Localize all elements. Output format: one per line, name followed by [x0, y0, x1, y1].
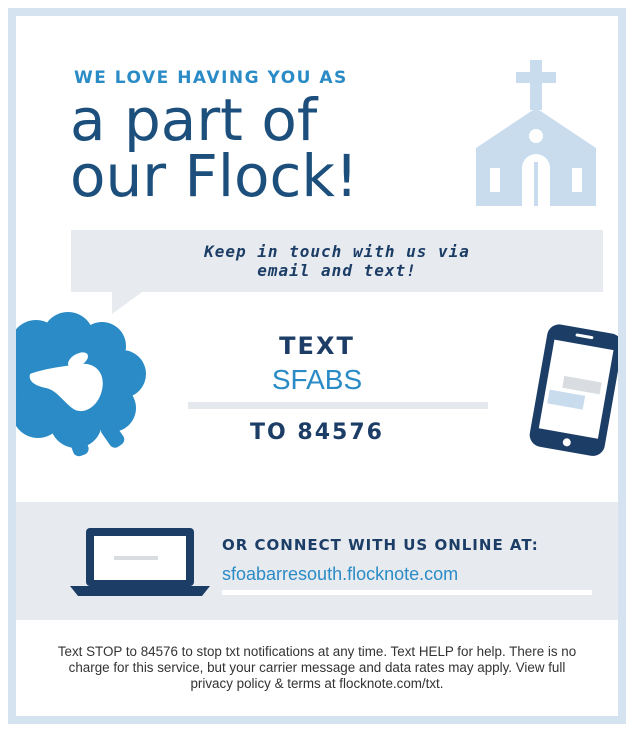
eyebrow-text: WE LOVE HAVING YOU AS [74, 68, 348, 88]
sms-text-label: TEXT [279, 332, 355, 360]
church-icon [476, 60, 596, 206]
url-underline [222, 590, 592, 595]
bubble-line-2: email and text! [257, 261, 417, 280]
laptop-icon [70, 528, 210, 596]
flyer-body: WE LOVE HAVING YOU AS a part of our Floc… [16, 16, 618, 716]
disclaimer-text: Text STOP to 84576 to stop txt notificat… [57, 644, 577, 691]
page-title: a part of our Flock! [70, 86, 359, 210]
divider [188, 402, 488, 409]
headline-line-1: a part of [70, 86, 318, 154]
sms-to-number: TO 84576 [250, 420, 384, 445]
bubble-line-1: Keep in touch with us via [204, 242, 470, 261]
website-link[interactable]: sfoabarresouth.flocknote.com [222, 564, 458, 585]
bubble-message: Keep in touch with us via email and text… [71, 242, 603, 280]
speech-bubble: Keep in touch with us via email and text… [71, 230, 603, 292]
online-label: OR CONNECT WITH US ONLINE AT: [222, 536, 539, 554]
flyer-frame: WE LOVE HAVING YOU AS a part of our Floc… [8, 8, 626, 724]
headline-line-2: our Flock! [70, 142, 359, 210]
sms-keyword: SFABS [271, 364, 363, 395]
speech-bubble-tail [112, 292, 142, 314]
